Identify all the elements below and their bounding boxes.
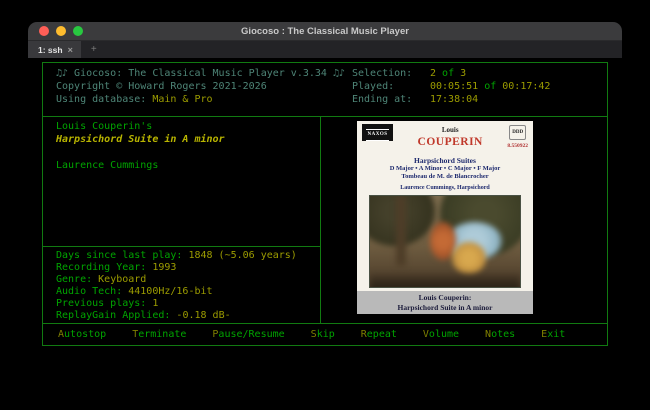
stat-row: Previous plays: 1 bbox=[56, 298, 320, 310]
selection-label: Selection: bbox=[352, 67, 430, 80]
left-column: Louis Couperin's Harpsichord Suite in A … bbox=[43, 117, 321, 323]
album-keys: D Major • A Minor • C Major • F Major bbox=[362, 165, 528, 173]
composer-last-name: COUPERIN bbox=[418, 137, 483, 148]
close-button[interactable] bbox=[39, 26, 49, 36]
database-label: Using database: bbox=[56, 94, 152, 105]
played-total: 00:17:42 bbox=[502, 81, 550, 92]
album-cover: NAXOS Louis COUPERIN DDD 8.550922 bbox=[357, 121, 533, 291]
header-left: ♫♪ Giocoso: The Classical Music Player v… bbox=[43, 63, 346, 116]
stats-block: Days since last play: 1848 (~5.06 years)… bbox=[43, 246, 320, 323]
stat-value: 1993 bbox=[152, 262, 176, 273]
painting-tree-trunk bbox=[396, 196, 406, 266]
album-performer: Laurence Cummings, Harpsichord bbox=[362, 185, 528, 192]
menu-label: xit bbox=[547, 329, 565, 340]
copyright-line: Copyright © Howard Rogers 2021-2026 bbox=[56, 80, 346, 93]
menu-label: kip bbox=[317, 329, 335, 340]
menu-label: olume bbox=[429, 329, 459, 340]
menu-item-autostop[interactable]: Autostop bbox=[58, 328, 106, 341]
tab-bar: 1: ssh × + bbox=[28, 41, 622, 58]
cover-catalog: DDD 8.550922 bbox=[507, 124, 528, 153]
stat-row: Recording Year: 1993 bbox=[56, 262, 320, 274]
album-caption: Louis Couperin: Harpsichord Suite in A m… bbox=[357, 291, 533, 314]
minimize-button[interactable] bbox=[56, 26, 66, 36]
menu-label: otes bbox=[491, 329, 515, 340]
stat-label: Audio Tech: bbox=[56, 286, 128, 297]
stat-label: Previous plays: bbox=[56, 298, 152, 309]
menu-item-notes[interactable]: Notes bbox=[485, 328, 515, 341]
zoom-button[interactable] bbox=[73, 26, 83, 36]
giocoso-frame: ♫♪ Giocoso: The Classical Music Player v… bbox=[42, 62, 608, 346]
selection-of: of bbox=[436, 68, 460, 79]
stat-value: 44100Hz/16-bit bbox=[128, 286, 212, 297]
tab-ssh[interactable]: 1: ssh × bbox=[28, 41, 81, 58]
format-badge: DDD bbox=[509, 125, 526, 140]
ending-value: 17:38:04 bbox=[430, 94, 478, 105]
painting-ground bbox=[370, 271, 520, 288]
stat-row: Audio Tech: 44100Hz/16-bit bbox=[56, 286, 320, 298]
app-title-line: ♫♪ Giocoso: The Classical Music Player v… bbox=[56, 67, 346, 80]
menu-item-skip[interactable]: Skip bbox=[311, 328, 335, 341]
naxos-logo-text: NAXOS bbox=[366, 129, 388, 141]
menu-bar: Autostop Terminate Pause/Resume Skip Rep… bbox=[43, 323, 607, 345]
work-title: Harpsichord Suite in A minor bbox=[56, 133, 320, 146]
database-line: Using database: Main & Pro bbox=[56, 93, 346, 106]
catalog-number: 8.550922 bbox=[507, 140, 528, 153]
header-section: ♫♪ Giocoso: The Classical Music Player v… bbox=[43, 63, 607, 117]
stat-row: ReplayGain Applied: -0.18 dB- bbox=[56, 310, 320, 322]
performer-line: Laurence Cummings bbox=[56, 159, 320, 172]
played-line: Played:00:05:51 of 00:17:42 bbox=[352, 80, 550, 93]
cover-titles: Harpsichord Suites D Major • A Minor • C… bbox=[362, 156, 528, 192]
terminal-content: ♫♪ Giocoso: The Classical Music Player v… bbox=[28, 58, 622, 388]
menu-label: utostop bbox=[64, 329, 106, 340]
menu-label: epeat bbox=[367, 329, 397, 340]
caption-composer: Louis Couperin: bbox=[357, 293, 533, 303]
stat-row: Days since last play: 1848 (~5.06 years) bbox=[56, 250, 320, 262]
stat-label: ReplayGain Applied: bbox=[56, 310, 176, 321]
menu-item-repeat[interactable]: Repeat bbox=[361, 328, 397, 341]
stat-label: Genre: bbox=[56, 274, 98, 285]
new-tab-button[interactable]: + bbox=[81, 41, 107, 58]
stat-value: 1 bbox=[152, 298, 158, 309]
painting-figure-woman bbox=[452, 242, 486, 274]
naxos-logo: NAXOS bbox=[362, 124, 393, 141]
stat-value: 1848 (~5.06 years) bbox=[188, 250, 296, 261]
cover-header: NAXOS Louis COUPERIN DDD 8.550922 bbox=[362, 124, 528, 153]
title-bar: Giocoso : The Classical Music Player bbox=[28, 22, 622, 41]
composer-line: Louis Couperin's bbox=[56, 120, 320, 133]
menu-item-exit[interactable]: Exit bbox=[541, 328, 565, 341]
selection-line: Selection:2 of 3 bbox=[352, 67, 550, 80]
menu-label: ause/Resume bbox=[218, 329, 284, 340]
terminal-window: Giocoso : The Classical Music Player 1: … bbox=[28, 22, 622, 388]
right-column: NAXOS Louis COUPERIN DDD 8.550922 bbox=[321, 117, 607, 323]
played-label: Played: bbox=[352, 80, 430, 93]
played-elapsed: 00:05:51 bbox=[430, 81, 478, 92]
menu-label: erminate bbox=[138, 329, 186, 340]
window-title: Giocoso : The Classical Music Player bbox=[28, 26, 622, 37]
stat-label: Recording Year: bbox=[56, 262, 152, 273]
selection-total: 3 bbox=[460, 68, 466, 79]
menu-item-terminate[interactable]: Terminate bbox=[132, 328, 186, 341]
database-value: Main & Pro bbox=[152, 94, 212, 105]
traffic-lights bbox=[28, 26, 83, 36]
main-section: Louis Couperin's Harpsichord Suite in A … bbox=[43, 117, 607, 323]
cover-composer: Louis COUPERIN bbox=[418, 124, 483, 148]
now-playing-block: Louis Couperin's Harpsichord Suite in A … bbox=[43, 117, 320, 246]
ending-label: Ending at: bbox=[352, 93, 430, 106]
caption-work: Harpsichord Suite in A minor bbox=[357, 303, 533, 313]
stat-label: Days since last play: bbox=[56, 250, 188, 261]
album-painting bbox=[369, 195, 521, 288]
album-subtitle: Tombeau de M. de Blancrocher bbox=[362, 173, 528, 181]
stat-row: Genre: Keyboard bbox=[56, 274, 320, 286]
stat-value: -0.18 dB- bbox=[176, 310, 230, 321]
album-title: Harpsichord Suites bbox=[362, 156, 528, 165]
tab-label: 1: ssh bbox=[38, 45, 63, 55]
ending-line: Ending at:17:38:04 bbox=[352, 93, 550, 106]
header-right: Selection:2 of 3 Played:00:05:51 of 00:1… bbox=[346, 63, 550, 116]
menu-item-volume[interactable]: Volume bbox=[423, 328, 459, 341]
menu-item-pause-resume[interactable]: Pause/Resume bbox=[212, 328, 284, 341]
tab-close-icon[interactable]: × bbox=[68, 45, 73, 55]
stat-value: Keyboard bbox=[98, 274, 146, 285]
played-of: of bbox=[478, 81, 502, 92]
album-art: NAXOS Louis COUPERIN DDD 8.550922 bbox=[357, 121, 533, 314]
